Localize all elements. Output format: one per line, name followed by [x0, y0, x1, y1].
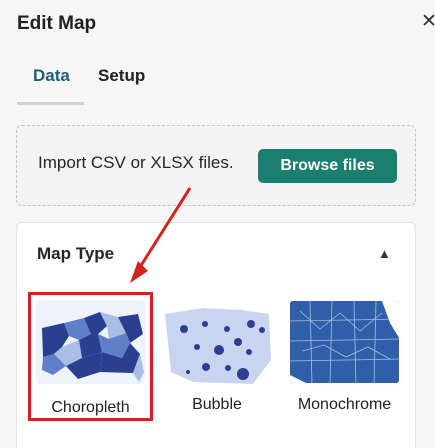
browse-files-button[interactable]: Browse files: [258, 149, 397, 183]
upload-instructions: Import CSV or XLSX files.: [38, 153, 234, 172]
map-type-option-bubble[interactable]: Bubble: [161, 292, 273, 422]
edit-map-panel: Edit Map ✕ Data Setup Import CSV or XLSX…: [0, 0, 435, 448]
chevron-up-icon[interactable]: ▲: [378, 246, 391, 261]
bubble-map-icon: [163, 300, 271, 384]
tab-data[interactable]: Data: [33, 66, 70, 86]
choropleth-label: Choropleth: [51, 399, 130, 416]
choropleth-map-icon: [36, 300, 145, 384]
monochrome-map-icon: [289, 300, 400, 384]
map-type-option-monochrome[interactable]: Monochrome: [287, 292, 402, 422]
monochrome-label: Monochrome: [297, 396, 392, 413]
tab-setup[interactable]: Setup: [98, 66, 145, 86]
panel-header: Edit Map ✕: [0, 0, 435, 50]
bubble-label: Bubble: [192, 396, 242, 413]
close-icon[interactable]: ✕: [421, 12, 435, 31]
page-title: Edit Map: [17, 13, 97, 34]
map-type-title: Map Type: [37, 244, 115, 263]
active-tab-indicator: [17, 102, 84, 105]
map-type-option-choropleth[interactable]: Choropleth: [28, 292, 153, 421]
